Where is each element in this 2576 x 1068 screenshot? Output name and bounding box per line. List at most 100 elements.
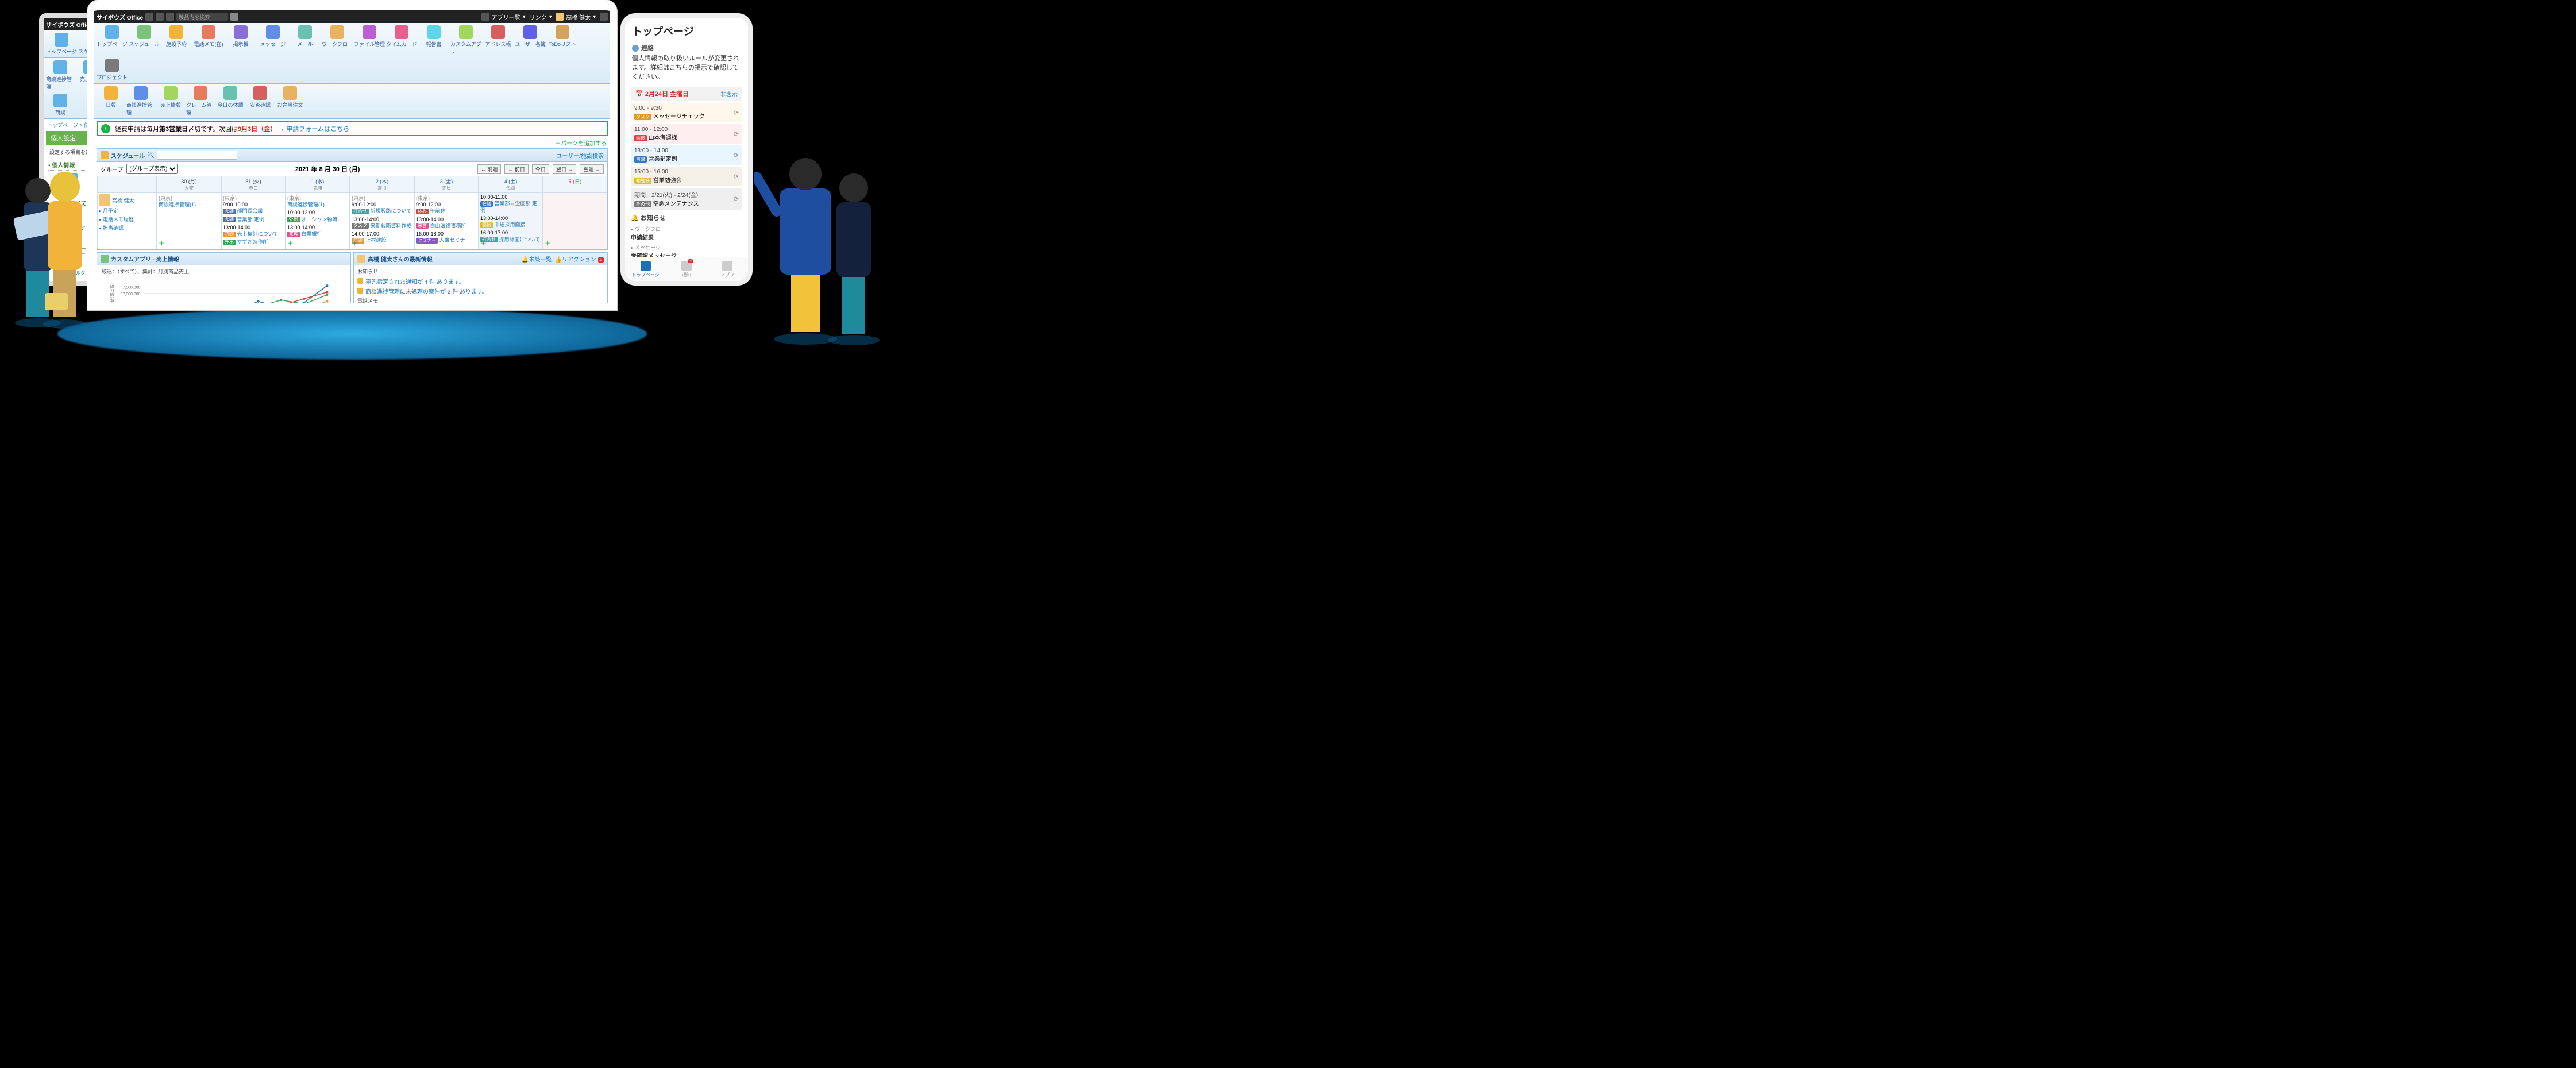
app-日報[interactable]: 日報 bbox=[97, 85, 125, 117]
day-cell[interactable]: (東京)商談進捗管理(1)10:00-12:00外出 オーシャン物流13:00-… bbox=[286, 193, 350, 249]
user-sublink[interactable]: ▸ 電話メモ履歴 bbox=[99, 215, 155, 223]
event[interactable]: 10:00-11:00会議 営業部⇔企画部 定例 bbox=[480, 194, 541, 214]
app-商談[interactable]: 商談 bbox=[46, 92, 75, 117]
event[interactable]: 9:00-12:00打合せ 新規販路について bbox=[352, 202, 412, 215]
event[interactable]: 13:00-14:00面接 中途採用面接 bbox=[480, 215, 541, 229]
app-電話メモ(在)[interactable]: 電話メモ(在) bbox=[193, 24, 224, 56]
day-cell[interactable]: ＋ bbox=[543, 193, 607, 249]
event-link[interactable]: 人事セミナー bbox=[439, 237, 471, 243]
add-event-icon[interactable]: ＋ bbox=[416, 238, 422, 248]
event[interactable]: 13:00-14:00来客 白山法律事務所 bbox=[416, 217, 477, 230]
add-parts-link[interactable]: パーツを追加する bbox=[561, 141, 607, 147]
day-cell[interactable]: (東京)9:00-12:00打合せ 新規販路について13:00-14:00タスク… bbox=[350, 193, 414, 249]
app-ワークフロー[interactable]: ワークフロー bbox=[322, 24, 353, 56]
event[interactable]: 13:00-14:00タスク 来期戦略資料作成 bbox=[352, 217, 412, 230]
event-link[interactable]: 部門長会議 bbox=[237, 208, 263, 214]
links-link[interactable]: リンク bbox=[530, 13, 547, 21]
today-button[interactable]: 今日 bbox=[532, 164, 549, 174]
phone-event[interactable]: 11:00 - 12:00面接 山本海運様⟳ bbox=[631, 124, 742, 144]
day-cell[interactable]: (東京)9:00-12:00休み 午前休13:00-14:00来客 白山法律事務… bbox=[414, 193, 479, 249]
app-プロジェクト[interactable]: プロジェクト bbox=[97, 57, 128, 82]
add-event-icon[interactable]: ＋ bbox=[223, 238, 229, 248]
crumb-top[interactable]: トップページ bbox=[47, 122, 78, 128]
app-ユーザー名簿[interactable]: ユーザー名簿 bbox=[515, 24, 546, 56]
app-タイムカード[interactable]: タイムカード bbox=[386, 24, 417, 56]
event-link[interactable]: 白山法律事務所 bbox=[430, 223, 466, 229]
prev-week-button[interactable]: ← 前週 bbox=[477, 164, 502, 174]
news-item[interactable]: 宛先指定された通知が 4 件 あります。 bbox=[354, 276, 607, 286]
event-link[interactable]: 新規販路について bbox=[371, 208, 412, 214]
g-icon[interactable] bbox=[145, 13, 153, 21]
mail-icon[interactable] bbox=[166, 13, 174, 21]
news-link[interactable]: 宛先指定された通知が 4 件 あります。 bbox=[365, 277, 604, 286]
event-link[interactable]: 中途採用面接 bbox=[495, 222, 526, 228]
phone-event[interactable]: 13:00 - 14:00直帰 営業部定例⟳ bbox=[631, 145, 742, 165]
user-sublink[interactable]: ▸ 月予定 bbox=[99, 207, 155, 214]
bell-icon[interactable] bbox=[481, 13, 489, 21]
reaction-link[interactable]: リアクション bbox=[562, 257, 596, 263]
event-link[interactable]: 営業部 定例 bbox=[237, 217, 265, 222]
event[interactable]: 9:00-12:00休み 午前休 bbox=[416, 202, 477, 215]
search-icon[interactable]: 🔍 bbox=[147, 152, 154, 159]
event[interactable]: 13:00-14:00訪問 売上集計について bbox=[223, 225, 284, 238]
app-安否確認[interactable]: 安否確認 bbox=[246, 85, 275, 117]
app-商談進捗管理[interactable]: 商談進捗管理 bbox=[46, 59, 75, 91]
app-施設予約[interactable]: 施設予約 bbox=[161, 24, 192, 56]
event[interactable]: 商談進捗管理(1) bbox=[287, 202, 348, 208]
app-カスタムアプリ[interactable]: カスタムアプリ bbox=[450, 24, 481, 56]
apps-link[interactable]: アプリ一覧 bbox=[492, 13, 520, 21]
news-item[interactable]: 商談進捗管理に未処理の案件が 2 件 あります。 bbox=[354, 286, 607, 296]
event-link[interactable]: すずき製作所 bbox=[237, 239, 268, 245]
app-アドレス帳[interactable]: アドレス帳 bbox=[483, 24, 514, 56]
tabbar-item[interactable]: トップページ bbox=[625, 257, 666, 281]
banner-link[interactable]: 申請フォームはこちら bbox=[286, 126, 349, 133]
event[interactable]: 9:00-10:00会議 部門長会議 bbox=[223, 202, 284, 215]
app-掲示板[interactable]: 掲示板 bbox=[225, 24, 256, 56]
user-sublink[interactable]: ▸ 担当確認 bbox=[99, 224, 155, 232]
event[interactable]: 16:00-18:00セミナー 人事セミナー bbox=[416, 231, 477, 244]
add-event-icon[interactable]: ＋ bbox=[545, 238, 551, 248]
app-売上情報[interactable]: 売上情報 bbox=[156, 85, 185, 117]
event-link[interactable]: 商談進捗管理(1) bbox=[159, 202, 196, 207]
phone-event[interactable]: 9:00 - 9:30タスク メッセージチェック⟳ bbox=[631, 103, 742, 122]
news-link[interactable]: やまだ商事 イトウ さんからの用件です。 bbox=[365, 306, 485, 311]
unread-link[interactable]: 未読一覧 bbox=[529, 257, 552, 263]
user-name[interactable]: 高橋 健太 bbox=[566, 13, 591, 21]
gear-icon[interactable] bbox=[600, 13, 608, 21]
chat-icon[interactable] bbox=[156, 13, 164, 21]
event-link[interactable]: 売上集計について bbox=[237, 231, 279, 237]
event[interactable]: 10:00-12:00外出 オーシャン物流 bbox=[287, 210, 348, 223]
hide-link[interactable]: 非表示 bbox=[720, 90, 738, 98]
app-トップページ[interactable]: トップページ bbox=[46, 32, 77, 56]
event[interactable]: 商談進捗管理(1) bbox=[159, 202, 219, 208]
phone-event[interactable]: 15:00 - 16:00勉強会 営業勉強会⟳ bbox=[631, 167, 742, 186]
event-link[interactable]: 白黒銀行 bbox=[302, 231, 322, 237]
news-link[interactable]: 商談進捗管理に未処理の案件が 2 件 あります。 bbox=[365, 287, 604, 295]
app-ToDoリスト[interactable]: ToDoリスト bbox=[547, 24, 578, 56]
user-facility-search[interactable]: ユーザー/施設検索 bbox=[556, 151, 604, 160]
event-link[interactable]: 上村建設 bbox=[366, 237, 387, 243]
next-week-button[interactable]: 翌週 → bbox=[580, 164, 604, 174]
day-cell[interactable]: (東京)商談進捗管理(1)＋ bbox=[157, 193, 221, 249]
add-event-icon[interactable]: ＋ bbox=[352, 238, 358, 248]
add-event-icon[interactable]: ＋ bbox=[287, 238, 294, 248]
event[interactable]: 14:00-17:00訪問 上村建設 bbox=[352, 231, 412, 244]
day-cell[interactable]: (東京)9:00-10:00会議 部門長会議会議 営業部 定例13:00-14:… bbox=[221, 193, 286, 249]
event[interactable]: 16:00-17:00打合せ 採用計画について bbox=[480, 230, 541, 243]
app-クレーム管理[interactable]: クレーム管理 bbox=[186, 85, 215, 117]
event-link[interactable]: 採用計画について bbox=[499, 237, 541, 242]
app-スケジュール[interactable]: スケジュール bbox=[129, 24, 160, 56]
event-link[interactable]: 商談進捗管理(1) bbox=[287, 202, 325, 207]
phone-event[interactable]: 期間：2/21(火) - 2/24(金)その他 空調メンテナンス⟳ bbox=[631, 188, 742, 210]
event-link[interactable]: 来期戦略資料作成 bbox=[371, 223, 412, 229]
prev-day-button[interactable]: ← 前日 bbox=[504, 164, 529, 174]
event[interactable]: 外出 すずき製作所 bbox=[223, 239, 284, 245]
news-item[interactable]: やまだ商事 イトウ さんからの用件です。折返しお電話ください…杉田 優子13:1… bbox=[354, 306, 607, 311]
event-link[interactable]: 午前休 bbox=[430, 208, 446, 214]
app-商談進捗管理[interactable]: 商談進捗管理 bbox=[126, 85, 155, 117]
app-ファイル管理[interactable]: ファイル管理 bbox=[354, 24, 385, 56]
user-link[interactable]: 高橋 健太 bbox=[112, 196, 134, 204]
day-cell[interactable]: 10:00-11:00会議 営業部⇔企画部 定例13:00-14:00面接 中途… bbox=[479, 193, 543, 249]
add-event-icon[interactable]: ＋ bbox=[159, 238, 165, 248]
phone-news-row[interactable]: ▸ ワークフロー申請結果 bbox=[631, 224, 742, 242]
